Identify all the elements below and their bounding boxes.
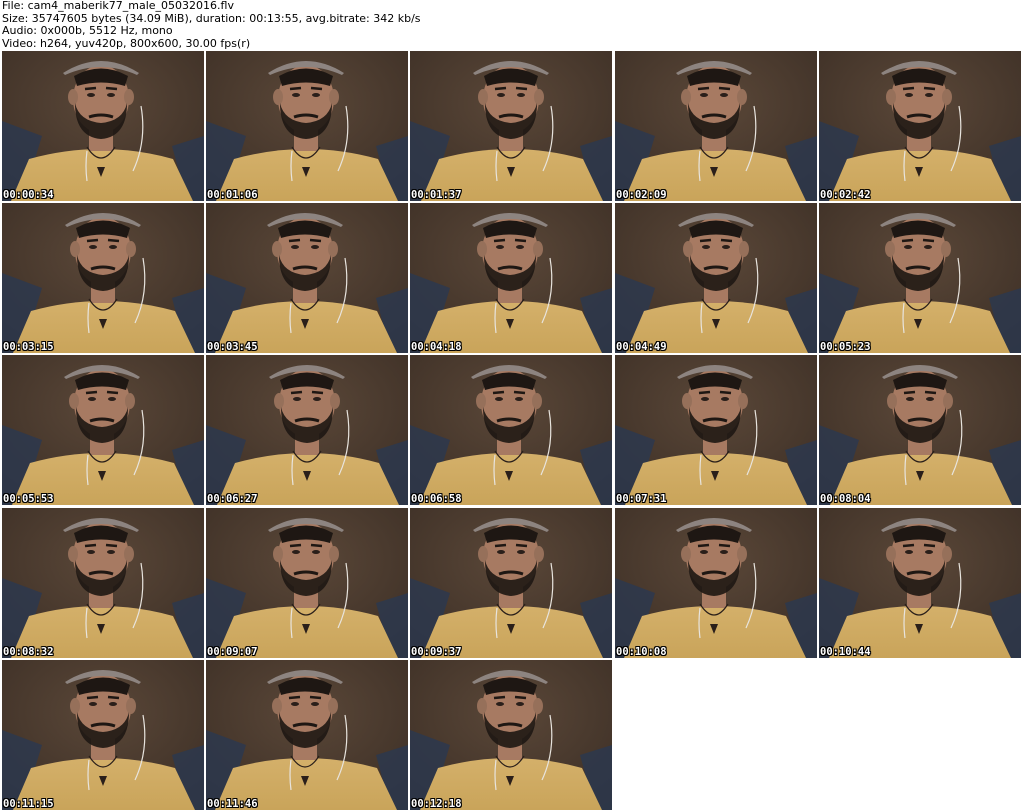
thumbnail-timestamp: 00:04:49 [616, 341, 667, 353]
thumbnail-timestamp: 00:02:09 [616, 189, 667, 201]
webcam-frame-image [615, 508, 817, 658]
video-thumbnail: 00:11:15 [2, 660, 204, 810]
thumbnail-timestamp: 00:00:34 [3, 189, 54, 201]
audio-info-line: Audio: 0x000b, 5512 Hz, mono [2, 24, 173, 37]
video-thumbnail: 00:10:44 [819, 508, 1021, 658]
thumbnail-timestamp: 00:09:07 [207, 646, 258, 658]
thumbnail-timestamp: 00:03:15 [3, 341, 54, 353]
webcam-frame-image [819, 203, 1021, 353]
webcam-frame-image [2, 203, 204, 353]
video-thumbnail: 00:02:09 [615, 51, 817, 201]
video-thumbnail: 00:11:46 [206, 660, 408, 810]
thumbnail-timestamp: 00:01:06 [207, 189, 258, 201]
webcam-frame-image [206, 203, 408, 353]
thumbnail-timestamp: 00:11:15 [3, 798, 54, 810]
webcam-frame-image [410, 660, 612, 810]
video-thumbnail: 00:06:58 [410, 355, 612, 505]
webcam-frame-image [819, 355, 1021, 505]
video-thumbnail: 00:08:32 [2, 508, 204, 658]
webcam-frame-image [615, 51, 817, 201]
video-thumbnail: 00:02:42 [819, 51, 1021, 201]
webcam-frame-image [206, 51, 408, 201]
thumbnail-timestamp: 00:02:42 [820, 189, 871, 201]
thumbnail-timestamp: 00:05:23 [820, 341, 871, 353]
webcam-frame-image [206, 508, 408, 658]
webcam-frame-image [2, 355, 204, 505]
webcam-frame-image [2, 51, 204, 201]
thumbnail-timestamp: 00:12:18 [411, 798, 462, 810]
webcam-frame-image [410, 508, 612, 658]
thumbnail-timestamp: 00:10:08 [616, 646, 667, 658]
video-thumbnail: 00:10:08 [615, 508, 817, 658]
thumbnail-timestamp: 00:01:37 [411, 189, 462, 201]
webcam-frame-image [410, 355, 612, 505]
thumbnail-timestamp: 00:06:58 [411, 493, 462, 505]
thumbnail-timestamp: 00:08:04 [820, 493, 871, 505]
thumbnail-timestamp: 00:11:46 [207, 798, 258, 810]
thumbnail-timestamp: 00:10:44 [820, 646, 871, 658]
thumbnail-timestamp: 00:05:53 [3, 493, 54, 505]
video-thumbnail: 00:01:37 [410, 51, 612, 201]
video-thumbnail: 00:04:18 [410, 203, 612, 353]
video-thumbnail: 00:06:27 [206, 355, 408, 505]
video-thumbnail: 00:09:07 [206, 508, 408, 658]
video-thumbnail: 00:08:04 [819, 355, 1021, 505]
video-thumbnail: 00:05:23 [819, 203, 1021, 353]
video-thumbnail: 00:07:31 [615, 355, 817, 505]
video-thumbnail: 00:05:53 [2, 355, 204, 505]
webcam-frame-image [819, 508, 1021, 658]
file-info-header: File: cam4_maberik77_male_05032016.flv S… [2, 0, 1022, 50]
webcam-frame-image [410, 51, 612, 201]
webcam-frame-image [819, 51, 1021, 201]
video-thumbnail: 00:03:15 [2, 203, 204, 353]
contact-sheet: File: cam4_maberik77_male_05032016.flv S… [0, 0, 1024, 811]
thumbnail-timestamp: 00:06:27 [207, 493, 258, 505]
video-info-line: Video: h264, yuv420p, 800x600, 30.00 fps… [2, 36, 251, 50]
video-thumbnail: 00:09:37 [410, 508, 612, 658]
webcam-frame-image [2, 508, 204, 658]
webcam-frame-image [410, 203, 612, 353]
video-thumbnail: 00:12:18 [410, 660, 612, 810]
webcam-frame-image [206, 355, 408, 505]
video-thumbnail: 00:04:49 [615, 203, 817, 353]
video-thumbnail: 00:01:06 [206, 51, 408, 201]
file-name-line: File: cam4_maberik77_male_05032016.flv [2, 0, 234, 12]
thumbnail-timestamp: 00:09:37 [411, 646, 462, 658]
thumbnail-timestamp: 00:07:31 [616, 493, 667, 505]
webcam-frame-image [615, 203, 817, 353]
thumbnail-timestamp: 00:08:32 [3, 646, 54, 658]
thumbnail-timestamp: 00:04:18 [411, 341, 462, 353]
thumbnail-timestamp: 00:03:45 [207, 341, 258, 353]
webcam-frame-image [2, 660, 204, 810]
video-thumbnail: 00:00:34 [2, 51, 204, 201]
webcam-frame-image [615, 355, 817, 505]
video-thumbnail: 00:03:45 [206, 203, 408, 353]
thumbnail-grid: 00:00:34 00:01:06 00:01:37 00:02:09 00:0… [2, 51, 1024, 811]
webcam-frame-image [206, 660, 408, 810]
